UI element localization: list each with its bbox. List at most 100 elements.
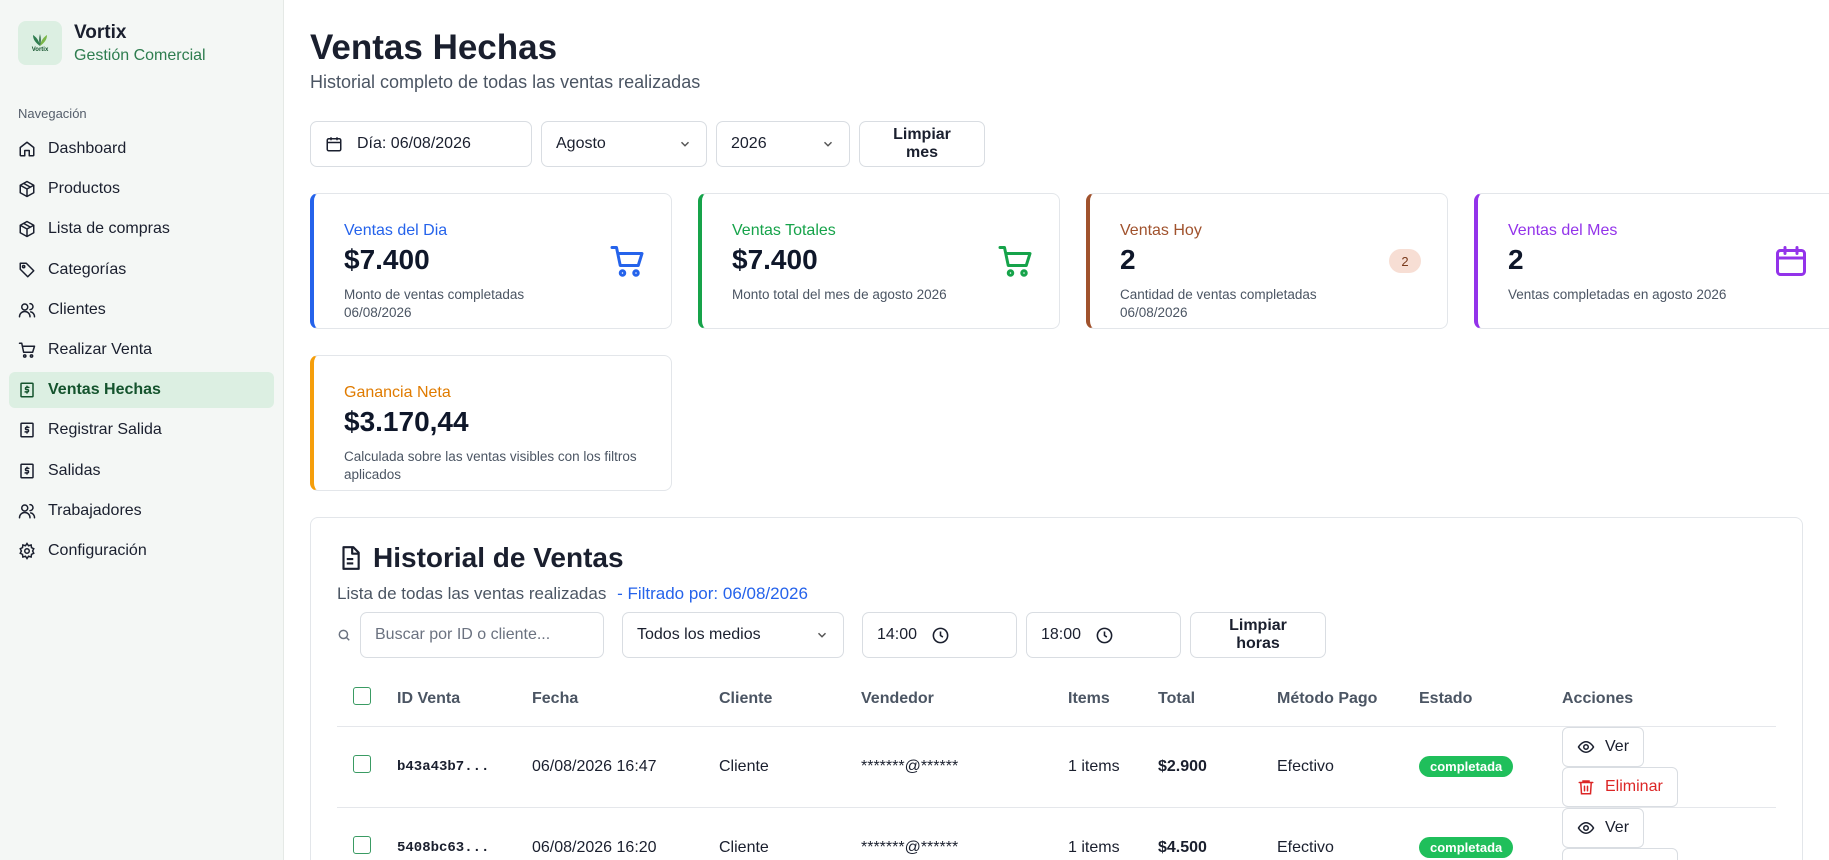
stat-card-value: 2	[1508, 244, 1524, 275]
sidebar-item-productos[interactable]: Productos	[9, 171, 274, 207]
stat-card-ventas-mes: Ventas del Mes 2 Ventas completadas en a…	[1474, 193, 1829, 329]
day-picker-value: Día: 06/08/2026	[357, 135, 471, 152]
select-all-checkbox[interactable]	[353, 687, 371, 706]
cell-status: completada	[1419, 726, 1562, 808]
users-icon	[18, 302, 36, 318]
cell-client: Cliente	[719, 726, 861, 808]
sidebar-item-label: Lista de compras	[48, 220, 170, 238]
table-row: b43a43b7... 06/08/2026 16:47 Cliente ***…	[337, 726, 1776, 808]
stat-card-ventas-dia: Ventas del Dia $7.400 Monto de ventas co…	[310, 193, 672, 329]
package-icon	[19, 221, 35, 238]
home-icon	[19, 141, 35, 157]
stat-card-title: Ventas Hoy	[1120, 222, 1202, 239]
clear-hours-button[interactable]: Limpiar horas	[1190, 612, 1326, 658]
payment-method-select[interactable]: Todos los medios	[622, 612, 844, 658]
sales-history: Historial de Ventas Lista de todas las v…	[310, 517, 1803, 860]
sidebar-item-label: Realizar Venta	[48, 340, 153, 358]
sidebar-item-label: Dashboard	[48, 140, 127, 157]
search-input[interactable]	[360, 612, 604, 658]
cell-items: 1 items	[1068, 807, 1158, 860]
clock-icon	[932, 627, 949, 643]
year-select[interactable]: 2026	[716, 121, 850, 167]
logo-text: Vortix	[31, 47, 49, 53]
cell-actions: Ver Eliminar	[1562, 726, 1776, 808]
delete-label: Eliminar	[1605, 777, 1663, 795]
sidebar-item-label: Clientes	[48, 300, 106, 318]
cell-actions: Ver Eliminar	[1562, 807, 1776, 860]
row-checkbox[interactable]	[353, 755, 371, 773]
stat-card-desc: Monto total del mes de agosto 2026	[732, 287, 947, 302]
nav-list: Dashboard Productos Lista de compras Cat…	[9, 131, 274, 569]
brand: Vortix Vortix Gestión Comercial	[9, 20, 274, 66]
main-content: Ventas Hechas Historial completo de toda…	[284, 0, 1829, 860]
page-title: Ventas Hechas	[310, 28, 558, 67]
time-from-value: 14:00	[877, 626, 918, 643]
leaf-icon	[33, 34, 47, 46]
sidebar-item-ventas-hechas[interactable]: Ventas Hechas	[9, 372, 274, 409]
sidebar-item-label: Salidas	[48, 461, 101, 479]
cell-date: 06/08/2026 16:47	[532, 726, 719, 808]
day-picker[interactable]: Día: 06/08/2026	[310, 121, 532, 167]
time-to-input[interactable]: 18:00	[1026, 612, 1181, 658]
cart-icon	[610, 246, 644, 277]
view-button[interactable]: Ver	[1562, 807, 1645, 848]
sidebar-item-clientes[interactable]: Clientes	[9, 292, 274, 328]
stat-card-desc: Cantidad de ventas completadas 06/08/202…	[1120, 287, 1317, 320]
sidebar-item-label: Registrar Salida	[48, 421, 162, 439]
stat-cards: Ventas del Dia $7.400 Monto de ventas co…	[310, 193, 1829, 491]
view-button[interactable]: Ver	[1562, 726, 1645, 767]
chevron-down-icon	[817, 632, 827, 638]
sidebar-item-salidas[interactable]: Salidas	[9, 453, 274, 489]
stat-card-value: $3.170,44	[344, 406, 469, 437]
receipt-icon	[20, 422, 34, 438]
month-select-value: Agosto	[556, 135, 606, 152]
trash-icon	[1578, 779, 1594, 794]
delete-button[interactable]: Eliminar	[1562, 847, 1678, 860]
col-cliente: Cliente	[719, 672, 861, 727]
delete-button[interactable]: Eliminar	[1562, 766, 1678, 807]
brand-logo: Vortix	[18, 21, 62, 65]
payment-method-value: Todos los medios	[637, 626, 761, 643]
table-row: 5408bc63... 06/08/2026 16:20 Cliente ***…	[337, 807, 1776, 860]
stat-card-title: Ventas Totales	[732, 222, 836, 239]
cell-total: $4.500	[1158, 807, 1277, 860]
select-all-cell	[337, 672, 397, 727]
stat-card-desc: Calculada sobre las ventas visibles con …	[344, 449, 637, 482]
history-subtitle: Lista de todas las ventas realizadas - F…	[337, 584, 1776, 604]
sidebar-item-label: Categorías	[48, 260, 127, 278]
col-total: Total	[1158, 672, 1277, 727]
sidebar-item-registrar-salida[interactable]: Registrar Salida	[9, 412, 274, 448]
month-select[interactable]: Agosto	[541, 121, 707, 167]
chevron-down-icon	[823, 141, 833, 147]
receipt-icon	[20, 463, 34, 478]
view-label: Ver	[1605, 818, 1630, 836]
cell-seller: *******@******	[861, 807, 1068, 860]
sidebar-item-categorias[interactable]: Categorías	[9, 252, 274, 288]
stat-card-value: 2	[1120, 244, 1136, 275]
chevron-down-icon	[680, 141, 690, 147]
sidebar-item-trabajadores[interactable]: Trabajadores	[9, 493, 274, 529]
stat-card-desc: Ventas completadas en agosto 2026	[1508, 287, 1727, 302]
row-checkbox[interactable]	[353, 836, 371, 854]
sidebar-item-label: Productos	[48, 180, 121, 198]
nav-header: Navegación	[18, 106, 87, 121]
tag-icon	[19, 262, 35, 278]
brand-subtitle: Gestión Comercial	[74, 46, 206, 64]
history-subtitle-text: Lista de todas las ventas realizadas	[337, 584, 607, 603]
row-select-cell	[337, 726, 397, 808]
sidebar-item-configuracion[interactable]: Configuración	[9, 533, 274, 569]
sales-table: ID Venta Fecha Cliente Vendedor Items To…	[337, 672, 1776, 860]
col-metodo-pago: Método Pago	[1277, 672, 1419, 727]
cell-date: 06/08/2026 16:20	[532, 807, 719, 860]
history-filters: Todos los medios 14:00 18:00 Limpiar hor…	[337, 612, 1776, 658]
sidebar-item-lista-de-compras[interactable]: Lista de compras	[9, 211, 274, 247]
time-from-input[interactable]: 14:00	[862, 612, 1017, 658]
clear-month-button[interactable]: Limpiar mes	[859, 121, 985, 167]
sidebar-item-realizar-venta[interactable]: Realizar Venta	[9, 332, 274, 368]
cell-method: Efectivo	[1277, 807, 1419, 860]
history-title: Historial de Ventas	[337, 542, 1776, 574]
package-icon	[19, 180, 35, 198]
sidebar-item-dashboard[interactable]: Dashboard	[9, 131, 274, 167]
sidebar: Vortix Vortix Gestión Comercial Navegaci…	[0, 0, 284, 860]
calendar-icon	[326, 137, 342, 152]
